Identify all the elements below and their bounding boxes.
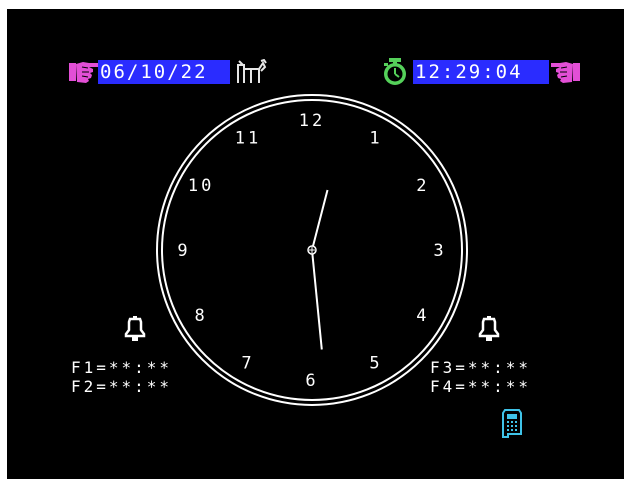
- alarm-f1[interactable]: F1=**:**: [71, 360, 172, 376]
- bell-icon: [124, 316, 146, 341]
- hour-hand: [311, 189, 329, 251]
- alarm-f2[interactable]: F2=**:**: [71, 379, 172, 395]
- clock-numeral-10: 10: [188, 176, 214, 196]
- clock-numeral-11: 11: [235, 128, 261, 148]
- minute-hand: [311, 249, 323, 350]
- clock-numeral-5: 5: [369, 354, 382, 374]
- bell-icon: [478, 316, 500, 341]
- analog-clock: 121234567891011: [156, 94, 468, 406]
- clock-numeral-7: 7: [241, 354, 254, 374]
- clock-numeral-9: 9: [177, 241, 190, 261]
- telephone-icon[interactable]: [499, 408, 523, 438]
- clock-numeral-6: 6: [305, 371, 318, 391]
- clock-numeral-2: 2: [416, 176, 429, 196]
- clock-numeral-8: 8: [194, 306, 207, 326]
- clock-numeral-3: 3: [433, 241, 446, 261]
- clock-screen: 06/10/22 12:29:04 12 1 2 3 4 5 6 7 8 9 10 11 F: [7, 9, 624, 479]
- alarm-f4[interactable]: F4=**:**: [430, 379, 531, 395]
- clock-numeral-4: 4: [416, 306, 429, 326]
- clock-numeral-1: 1: [369, 128, 382, 148]
- clock-numeral-12: 12: [299, 111, 325, 131]
- alarm-f3[interactable]: F3=**:**: [430, 360, 531, 376]
